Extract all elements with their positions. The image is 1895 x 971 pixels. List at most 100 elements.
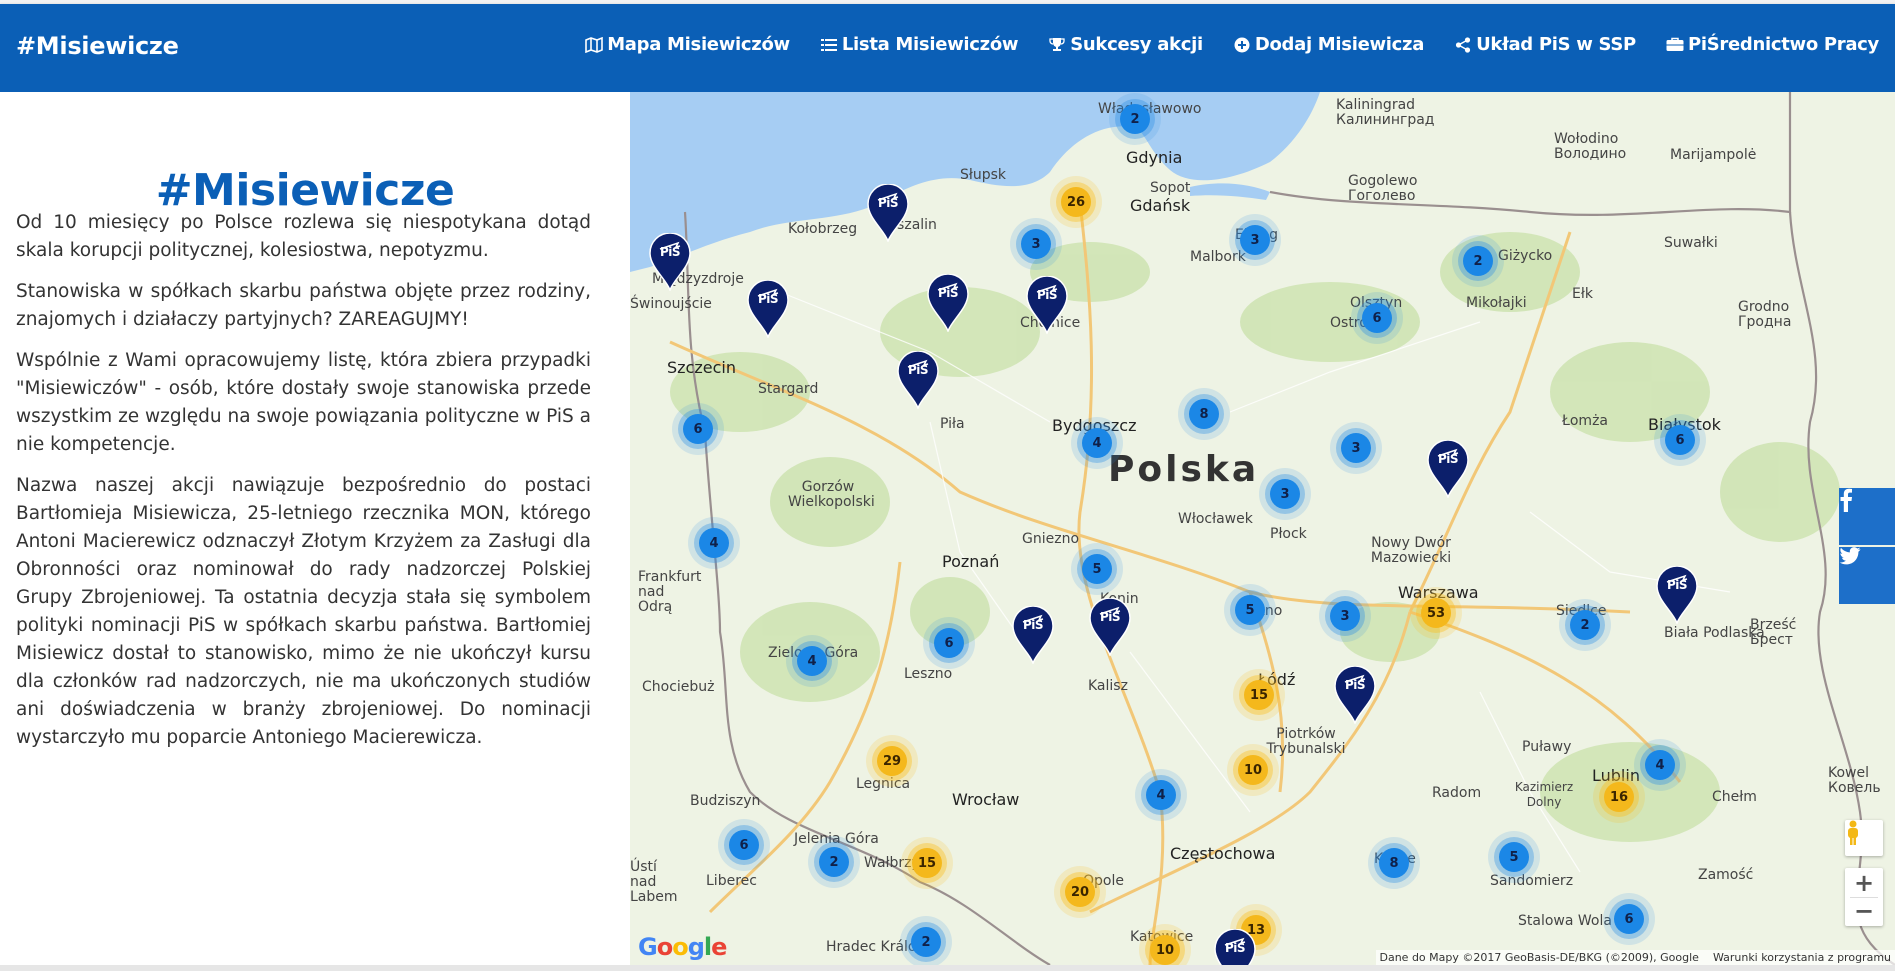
city-label: Puławy (1522, 739, 1572, 755)
pin-label: PiS (757, 292, 779, 306)
cluster-marker[interactable]: 3 (1021, 229, 1051, 259)
brand-logo[interactable]: #Misiewicze (16, 32, 179, 60)
intro-text: Od 10 miesięcy po Polsce rozlewa się nie… (16, 209, 591, 765)
cluster-marker[interactable]: 3 (1341, 433, 1371, 463)
main-nav: Mapa Misiewiczów Lista Misiewiczów Sukce… (585, 34, 1879, 55)
cluster-marker[interactable]: 16 (1604, 782, 1634, 812)
trophy-icon (1048, 36, 1066, 54)
country-label: Polska (1108, 449, 1260, 490)
city-label: Leszno (904, 666, 953, 682)
cluster-marker[interactable]: 3 (1240, 225, 1270, 255)
pis-pin-marker[interactable]: PiS (1333, 666, 1377, 724)
cluster-marker[interactable]: 10 (1150, 935, 1180, 965)
cluster-marker[interactable]: 3 (1330, 601, 1360, 631)
pis-pin-marker[interactable]: PiS (1655, 566, 1699, 624)
pis-pin-marker[interactable]: PiS (746, 280, 790, 338)
city-label: Gogolewo Гоголево (1348, 173, 1418, 204)
city-label: Mikołajki (1466, 295, 1527, 311)
city-label: Łomża (1562, 413, 1608, 429)
city-label: Sandomierz (1490, 873, 1574, 889)
zoom-control: + − (1845, 868, 1883, 926)
pin-label: PiS (1036, 288, 1058, 302)
cluster-marker[interactable]: 26 (1061, 187, 1091, 217)
cluster-marker[interactable]: 2 (819, 847, 849, 877)
city-label: Ústí nad Labem (630, 859, 678, 905)
cluster-marker[interactable]: 6 (1665, 425, 1695, 455)
pis-pin-marker[interactable]: PiS (926, 274, 970, 332)
cluster-marker[interactable]: 53 (1421, 598, 1451, 628)
cluster-marker[interactable]: 4 (1146, 780, 1176, 810)
cluster-marker[interactable]: 15 (912, 848, 942, 878)
pin-label: PiS (1344, 678, 1366, 692)
city-label: Suwałki (1664, 235, 1718, 251)
city-label: Budziszyn (690, 793, 761, 809)
intro-paragraph: Nazwa naszej akcji nawiązuje bezpośredni… (16, 475, 591, 748)
cluster-marker[interactable]: 2 (1463, 246, 1493, 276)
cluster-marker[interactable]: 6 (729, 830, 759, 860)
pin-label: PiS (1437, 452, 1459, 466)
cluster-marker[interactable]: 6 (1362, 303, 1392, 333)
cluster-marker[interactable]: 4 (699, 528, 729, 558)
cluster-marker[interactable]: 3 (1270, 479, 1300, 509)
cluster-marker[interactable]: 4 (1645, 750, 1675, 780)
cluster-marker[interactable]: 2 (1120, 104, 1150, 134)
nav-network-label: Układ PiS w SSP (1476, 34, 1636, 55)
nav-list-label: Lista Misiewiczów (841, 34, 1019, 55)
cluster-marker[interactable]: 20 (1065, 877, 1095, 907)
zoom-out-button[interactable]: − (1854, 898, 1874, 926)
cluster-marker[interactable]: 6 (683, 414, 713, 444)
city-label: Piotrków Trybunalski (1266, 726, 1346, 757)
street-view-button[interactable] (1845, 820, 1883, 856)
city-label: Malbork (1190, 249, 1246, 265)
cluster-marker[interactable]: 4 (1082, 428, 1112, 458)
intro-panel: #Misiewicze Od 10 miesięcy po Polsce roz… (0, 92, 630, 971)
cluster-marker[interactable]: 6 (1614, 904, 1644, 934)
cluster-marker[interactable]: 5 (1499, 842, 1529, 872)
city-label: Częstochowa (1170, 844, 1276, 863)
map-view[interactable]: Polska Gdynia Gdańsk Szczecin Bydgoszcz … (630, 92, 1895, 965)
pis-pin-marker[interactable]: PiS (1025, 276, 1069, 334)
city-label: Zamość (1698, 867, 1754, 883)
pis-pin-marker[interactable]: PiS (866, 184, 910, 242)
pis-pin-marker[interactable]: PiS (1213, 929, 1257, 965)
pis-pin-marker[interactable]: PiS (1088, 598, 1132, 656)
city-label: Wrocław (952, 790, 1020, 809)
zoom-in-button[interactable]: + (1854, 869, 1874, 897)
city-label: Stalowa Wola (1518, 913, 1612, 929)
city-label: Chociebuż (642, 679, 715, 695)
nav-success[interactable]: Sukcesy akcji (1048, 34, 1203, 55)
cluster-marker[interactable]: 5 (1235, 595, 1265, 625)
nav-add[interactable]: Dodaj Misiewicza (1233, 34, 1424, 55)
pin-label: PiS (659, 245, 681, 259)
nav-network[interactable]: Układ PiS w SSP (1454, 34, 1636, 55)
city-label: Włocławek (1178, 511, 1253, 527)
cluster-marker[interactable]: 8 (1379, 848, 1409, 878)
cluster-marker[interactable]: 15 (1244, 680, 1274, 710)
city-label: Świnoujście (630, 296, 712, 312)
city-label: Poznań (942, 552, 1000, 571)
cluster-marker[interactable]: 8 (1189, 399, 1219, 429)
cluster-marker[interactable]: 4 (797, 646, 827, 676)
city-label: Szczecin (667, 358, 736, 377)
nav-list[interactable]: Lista Misiewiczów (820, 34, 1019, 55)
pis-pin-marker[interactable]: PiS (896, 351, 940, 409)
twitter-icon (1839, 547, 1861, 565)
share-icon (1454, 36, 1472, 54)
cluster-marker[interactable]: 2 (1570, 610, 1600, 640)
nav-jobs[interactable]: PiŚrednictwo Pracy (1666, 34, 1879, 55)
pin-label: PiS (1099, 610, 1121, 624)
city-label: Kołobrzeg (788, 221, 858, 237)
pis-pin-marker[interactable]: PiS (1011, 606, 1055, 664)
cluster-marker[interactable]: 10 (1238, 755, 1268, 785)
pis-pin-marker[interactable]: PiS (1426, 440, 1470, 498)
cluster-marker[interactable]: 29 (877, 746, 907, 776)
cluster-marker[interactable]: 2 (911, 927, 941, 957)
twitter-button[interactable] (1839, 547, 1895, 604)
pis-pin-marker[interactable]: PiS (648, 233, 692, 291)
cluster-marker[interactable]: 5 (1082, 554, 1112, 584)
city-label: Gdynia (1126, 148, 1183, 167)
facebook-button[interactable] (1839, 488, 1895, 545)
terms-link[interactable]: Warunki korzystania z programu (1713, 951, 1891, 964)
nav-map[interactable]: Mapa Misiewiczów (585, 34, 790, 55)
cluster-marker[interactable]: 6 (934, 628, 964, 658)
